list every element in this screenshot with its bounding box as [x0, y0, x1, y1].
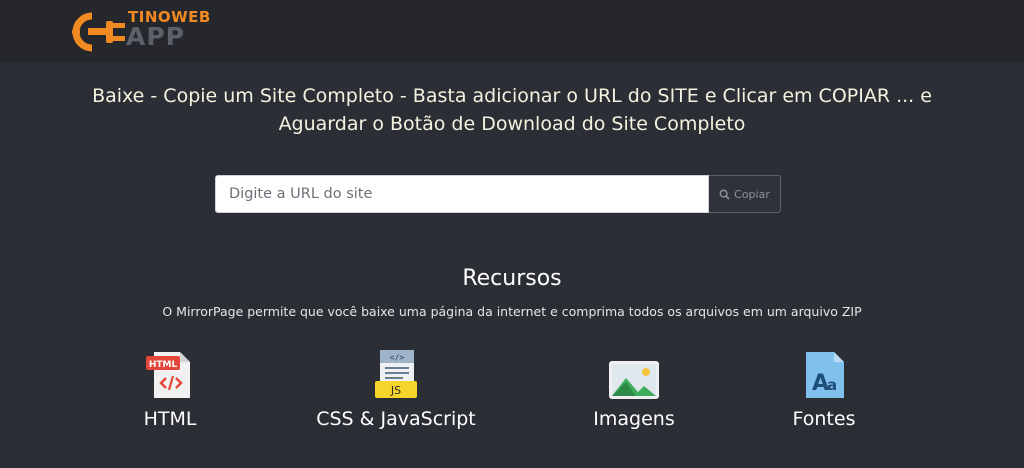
- image-icon: [609, 361, 659, 399]
- copy-button-label: Copiar: [734, 187, 770, 201]
- feature-fonts: A a Fontes: [724, 348, 924, 430]
- brand-name-bottom: APP: [126, 22, 185, 51]
- search-icon: [719, 189, 730, 200]
- page-headline: Baixe - Copie um Site Completo - Basta a…: [40, 82, 984, 138]
- site-url-input[interactable]: [215, 175, 709, 213]
- brand-logo[interactable]: TINOWEB APP: [72, 8, 212, 54]
- feature-images-label: Imagens: [593, 408, 675, 430]
- feature-images: Imagens: [534, 348, 734, 430]
- feature-html: HTML HTML: [70, 348, 270, 430]
- feature-css-js-label: CSS & JavaScript: [316, 408, 476, 430]
- logo-plug-icon: [72, 12, 125, 52]
- html-file-icon: HTML: [146, 352, 190, 398]
- svg-text:</>: </>: [390, 353, 405, 362]
- copy-button[interactable]: Copiar: [709, 175, 781, 213]
- top-navbar: TINOWEB APP: [0, 0, 1024, 62]
- feature-css-js: </> JS CSS & JavaScript: [296, 348, 496, 430]
- headline-line-1: Baixe - Copie um Site Completo - Basta a…: [92, 85, 932, 107]
- font-icon: A a: [806, 352, 844, 398]
- feature-html-label: HTML: [143, 408, 197, 430]
- svg-text:a: a: [827, 376, 837, 394]
- svg-text:JS: JS: [390, 384, 401, 397]
- features-title: Recursos: [462, 266, 562, 291]
- svg-text:HTML: HTML: [149, 360, 178, 370]
- feature-fonts-label: Fontes: [792, 408, 856, 430]
- js-file-icon: </> JS: [375, 350, 417, 398]
- url-search-form: Copiar: [215, 175, 781, 213]
- headline-line-2: Aguardar o Botão de Download do Site Com…: [278, 113, 746, 135]
- features-description: O MirrorPage permite que você baixe uma …: [162, 304, 862, 319]
